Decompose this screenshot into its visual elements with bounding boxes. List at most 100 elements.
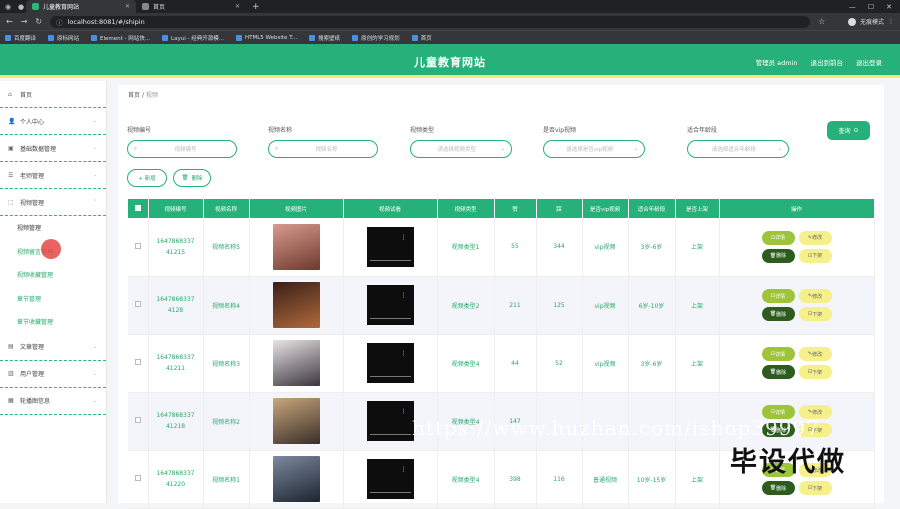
bookmark[interactable]: 百度翻译 [5,34,36,42]
bookmark[interactable]: Layui - 经典开源模... [162,34,224,42]
sidebar-item-articles[interactable]: ▤ 文章管理 ⌄ [0,334,106,361]
progress-bar[interactable] [369,492,411,493]
new-tab-icon[interactable]: + [252,2,260,12]
row-checkbox[interactable] [134,242,141,249]
more-icon[interactable]: ⋮ [401,466,407,473]
submenu-chapter-favorites[interactable]: 章节收藏管理 [0,310,106,334]
video-thumbnail[interactable] [272,340,320,386]
video-thumbnail[interactable] [272,456,320,502]
row-checkbox[interactable] [134,417,141,423]
submenu-chapters[interactable]: 章节管理 [0,287,106,311]
vip-select[interactable]: 请选择是否vip视频 ⌄ [543,140,645,158]
edit-button[interactable]: ✎ 修改 [798,230,832,245]
detail-button[interactable]: ⊡ 详情 [761,289,795,303]
row-delete-button[interactable]: 🗑 删除 [761,307,795,321]
unpublish-button[interactable]: ⊡ 下架 [798,307,832,321]
sidebar-item-carousel[interactable]: ▦ 轮播图信息 ⌄ [0,388,106,415]
video-id-input[interactable]: ⌕ 视频编号 [127,140,237,158]
more-icon[interactable]: ⋮ [401,408,407,415]
browser-tab[interactable]: 首页 ✕ [136,0,246,13]
sidebar-item-profile[interactable]: 👤 个人中心 ⌄ [0,108,106,135]
reload-icon[interactable]: ↻ [35,17,42,26]
video-name-input[interactable]: ⌕ 视频名称 [268,140,378,158]
column-header[interactable]: 视频类型 [437,199,495,218]
close-tab-icon[interactable]: ✕ [235,3,240,10]
bookmark[interactable]: HTML5 Website T... [235,34,297,41]
sidebar-item-videos[interactable]: ⬚ 视频管理 ⌃ [0,189,106,216]
close-tab-icon[interactable]: ✕ [125,3,130,10]
bookmark[interactable]: Element - 网站快... [91,34,150,42]
row-checkbox[interactable] [134,359,141,365]
video-thumbnail[interactable] [272,282,320,328]
row-delete-button[interactable]: 🗑 删除 [761,248,795,263]
forward-icon[interactable]: → [21,17,28,26]
progress-bar[interactable] [369,259,411,261]
front-page-link[interactable]: 退出到前台 [811,57,844,67]
row-checkbox[interactable] [134,475,141,481]
more-icon[interactable]: ⋮ [401,292,407,299]
sidebar-item-teachers[interactable]: ☰ 老师管理 ⌄ [0,162,106,189]
row-delete-button[interactable]: 🗑 删除 [761,365,795,379]
detail-button[interactable]: ⊡ 详情 [761,230,795,245]
logout-link[interactable]: 退出登录 [856,57,882,67]
video-thumbnail[interactable] [272,223,320,270]
maximize-icon[interactable]: ☐ [868,3,874,11]
more-icon[interactable]: ⋮ [401,350,407,357]
minimize-icon[interactable]: — [849,3,856,11]
column-header[interactable]: 是否上架 [675,199,720,218]
column-header[interactable]: 踩 [536,199,583,218]
unpublish-button[interactable]: ⊡ 下架 [798,481,832,495]
video-type-select[interactable]: 请选择视频类型 ⌄ [410,140,512,158]
row-checkbox[interactable] [134,301,141,307]
breadcrumb-home[interactable]: 首页 [128,92,140,99]
sidebar-item-users[interactable]: ▥ 用户管理 ⌄ [0,361,106,388]
window-close-icon[interactable]: ✕ [886,3,892,11]
filter-label-name: 视频名称 [268,127,293,134]
video-thumbnail[interactable] [272,398,320,444]
edit-button[interactable]: ✎ 修改 [798,289,832,303]
browser-tab-active[interactable]: 儿童教育网站 ✕ [26,0,136,13]
age-select[interactable]: 请选择适合年龄段 ⌄ [687,140,789,158]
sidebar-item-home[interactable]: ⌂ 首页 [0,81,106,108]
delete-button[interactable]: 🗑 删除 [173,169,211,187]
video-player[interactable]: ⋮ [366,459,414,499]
column-header[interactable]: 视频编号 [148,199,204,218]
bookmark[interactable]: 原标网站 [48,34,79,42]
edit-button[interactable]: ✎ 修改 [798,347,832,361]
bookmark[interactable]: 搜索壁纸 [309,34,340,42]
window-menu-icon[interactable]: ◉ [3,2,13,12]
video-player[interactable]: ⋮ [366,226,414,267]
url-field[interactable]: ⓘ localhost:8081/#/shipin [50,15,811,28]
sidebar-item-basic-data[interactable]: ▣ 基础数据管理 ⌄ [0,135,106,162]
back-icon[interactable]: ← [6,17,13,26]
admin-user-link[interactable]: 管理员 admin [756,57,798,67]
submenu-video-favorites[interactable]: 视频收藏管理 [0,263,106,287]
select-all-checkbox[interactable] [134,204,141,211]
search-button[interactable]: 查询 ⊙ [827,121,870,140]
column-header[interactable]: 赞 [494,199,537,218]
row-delete-button[interactable]: 🗑 删除 [761,481,795,495]
video-player[interactable]: ⋮ [366,285,414,325]
column-header[interactable]: 是否vip视频 [582,199,629,218]
bookmark[interactable]: 原创的学习规划 [352,34,400,42]
column-header[interactable]: 适合年龄段 [628,199,676,218]
add-button[interactable]: + 新增 [127,169,167,187]
more-icon[interactable]: ⋮ [401,234,407,241]
progress-bar[interactable] [369,318,411,319]
github-icon[interactable]: ● [16,2,26,12]
column-header[interactable]: 视频图片 [249,199,344,218]
column-header[interactable]: 视频名称 [203,199,250,218]
progress-bar[interactable] [369,434,411,435]
more-icon[interactable]: ⋮ [888,18,894,25]
detail-button[interactable]: ⊡ 详情 [761,347,795,361]
column-header[interactable]: 视频试看 [343,199,438,218]
video-player[interactable]: ⋮ [366,343,414,383]
bookmark[interactable]: 首页 [411,34,432,42]
unpublish-button[interactable]: ⊡ 下架 [798,248,832,263]
submenu-video-manage[interactable]: 视频管理 [0,216,106,240]
star-icon[interactable]: ☆ [818,17,825,26]
unpublish-button[interactable]: ⊡ 下架 [798,365,832,379]
incognito-account[interactable]: 无痕模式 ⋮ [847,17,894,26]
video-player[interactable]: ⋮ [366,401,414,441]
progress-bar[interactable] [369,376,411,377]
